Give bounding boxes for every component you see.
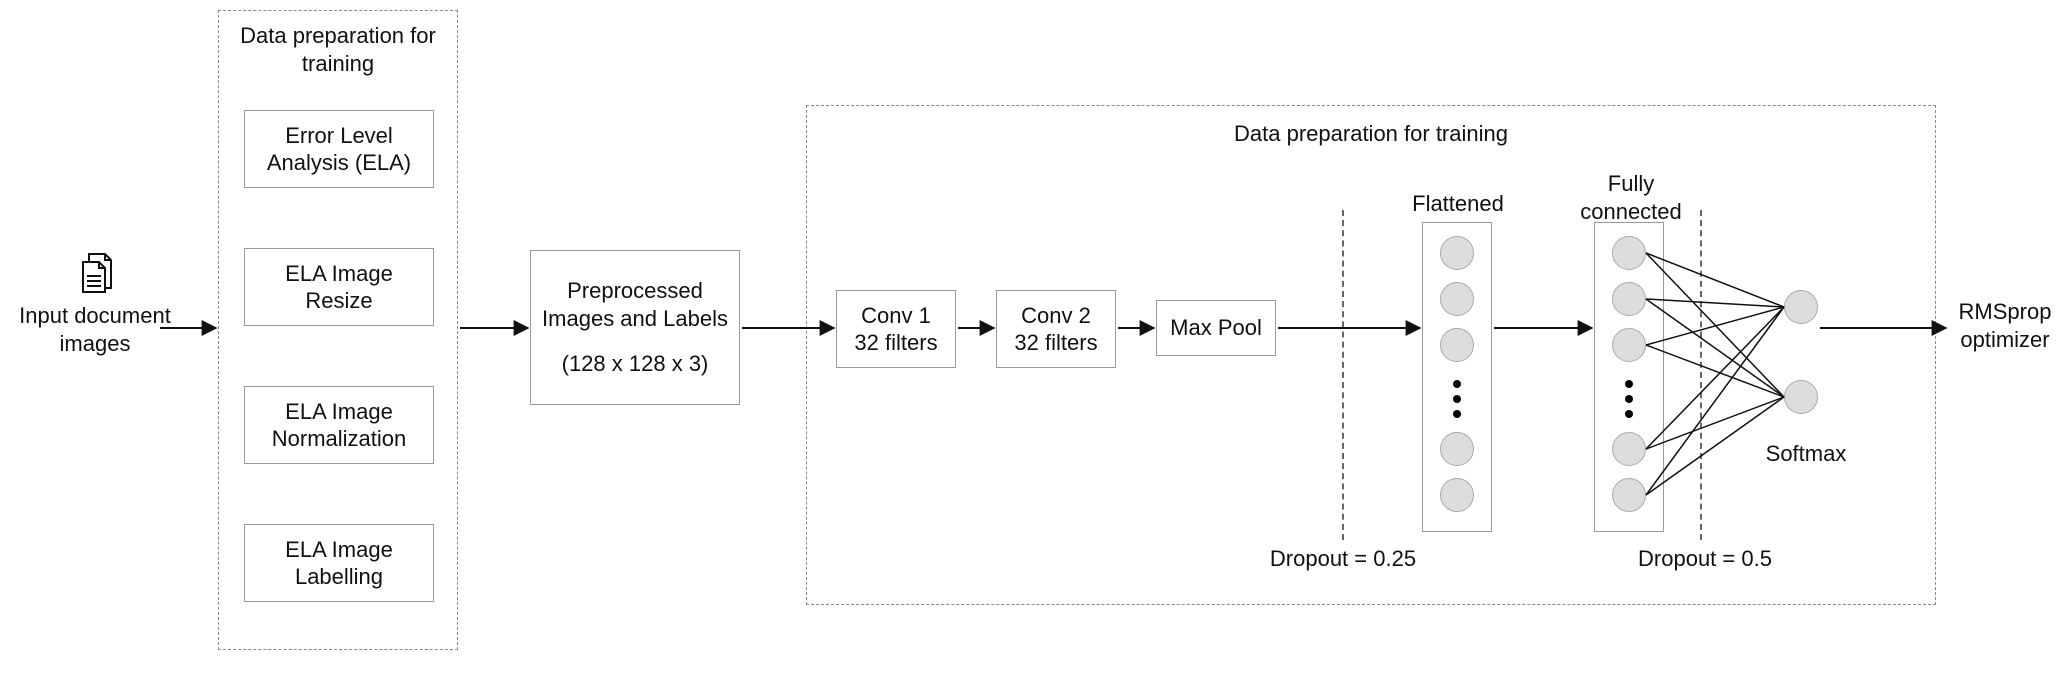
dropout1-line [1342, 210, 1344, 540]
ellipsis-dot [1453, 395, 1461, 403]
nn-node [1784, 290, 1818, 324]
nn-node [1612, 236, 1646, 270]
diagram-canvas: { "input_label": "Input document\nimages… [0, 0, 2070, 680]
preprocessed-box: Preprocessed Images and Labels (128 x 12… [530, 250, 740, 405]
ellipsis-dot [1453, 380, 1461, 388]
nn-node [1612, 432, 1646, 466]
step-normalize: ELA Image Normalization [244, 386, 434, 464]
nn-node [1612, 282, 1646, 316]
dropout2-label: Dropout = 0.5 [1620, 545, 1790, 573]
ellipsis-dot [1625, 395, 1633, 403]
nn-node [1784, 380, 1818, 414]
dropout1-label: Dropout = 0.25 [1258, 545, 1428, 573]
step-resize: ELA Image Resize [244, 248, 434, 326]
nn-node [1440, 478, 1474, 512]
nn-node [1612, 328, 1646, 362]
model-group [806, 105, 1936, 605]
step-labelling: ELA Image Labelling [244, 524, 434, 602]
conv2-box: Conv 2 32 filters [996, 290, 1116, 368]
ellipsis-dot [1625, 410, 1633, 418]
flattened-label: Flattened [1398, 190, 1518, 218]
nn-node [1612, 478, 1646, 512]
preprocessed-title: Preprocessed Images and Labels [542, 277, 728, 332]
fc-label: Fully connected [1556, 170, 1706, 225]
nn-node [1440, 328, 1474, 362]
maxpool-box: Max Pool [1156, 300, 1276, 356]
optimizer-label: RMSprop optimizer [1950, 298, 2060, 353]
softmax-label: Softmax [1756, 440, 1856, 468]
conv1-box: Conv 1 32 filters [836, 290, 956, 368]
input-icon [10, 250, 180, 303]
data-prep-title: Data preparation for training [218, 22, 458, 77]
ellipsis-dot [1453, 410, 1461, 418]
nn-node [1440, 236, 1474, 270]
input-label: Input document images [0, 302, 190, 357]
nn-node [1440, 432, 1474, 466]
nn-node [1440, 282, 1474, 316]
dropout2-line [1700, 210, 1702, 540]
ellipsis-dot [1625, 380, 1633, 388]
model-group-title: Data preparation for training [806, 120, 1936, 148]
step-ela: Error Level Analysis (ELA) [244, 110, 434, 188]
preprocessed-shape: (128 x 128 x 3) [562, 350, 709, 378]
